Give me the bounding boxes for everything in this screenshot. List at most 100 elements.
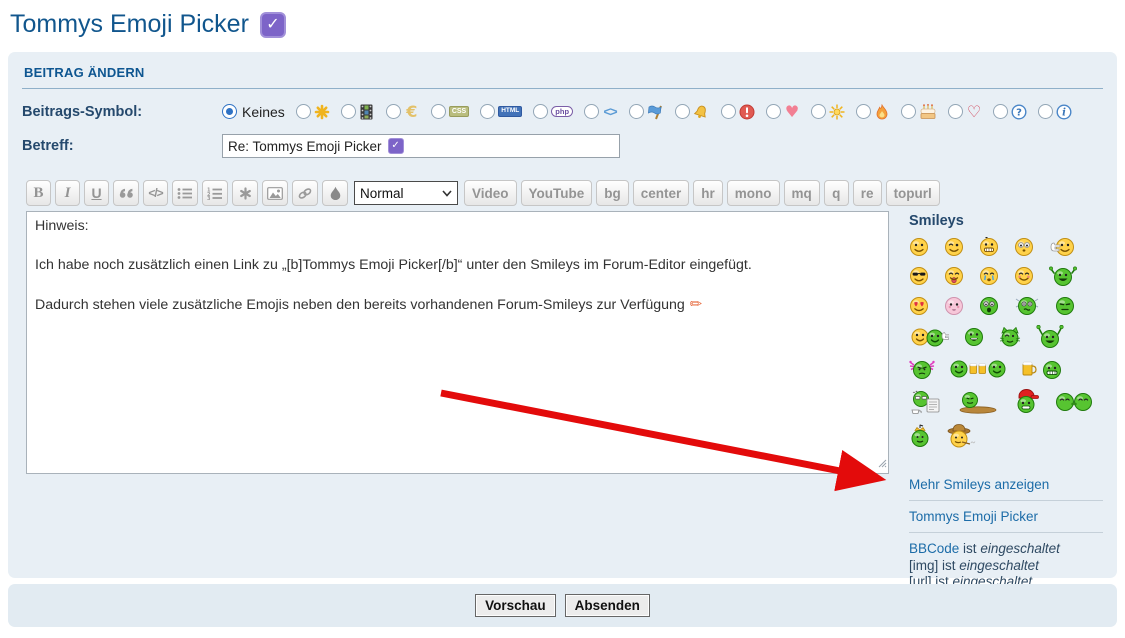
- post-icon-radio-cake[interactable]: [901, 104, 937, 120]
- hr-button[interactable]: hr: [693, 180, 723, 206]
- url-button[interactable]: [292, 180, 318, 206]
- radio[interactable]: [675, 104, 690, 119]
- bold-button[interactable]: B: [26, 180, 51, 206]
- radio[interactable]: [1038, 104, 1053, 119]
- smiley-excited-arms[interactable]: [1049, 265, 1077, 287]
- italic-button[interactable]: I: [55, 180, 80, 206]
- smiley-red-cap[interactable]: [1013, 389, 1039, 415]
- smiley-blush-laugh[interactable]: [1014, 266, 1034, 286]
- smiley-beer-toast[interactable]: [950, 358, 1006, 380]
- underline-button[interactable]: U: [84, 180, 109, 206]
- list-item-button[interactable]: [232, 180, 258, 206]
- post-icon-radio-euro[interactable]: €: [386, 102, 420, 121]
- mq-button[interactable]: mq: [784, 180, 820, 206]
- smiley-shocked[interactable]: [979, 296, 999, 316]
- image-button[interactable]: [262, 180, 288, 206]
- smiley-biggrin[interactable]: [979, 237, 999, 257]
- post-icon-radio-exclaim[interactable]: [721, 104, 755, 120]
- post-icon-radio-bell[interactable]: [675, 104, 710, 120]
- list-button[interactable]: [172, 180, 198, 206]
- submit-button[interactable]: Absenden: [565, 594, 650, 617]
- video-button[interactable]: Video: [464, 180, 517, 206]
- post-icon-radio-html[interactable]: HTML: [480, 104, 522, 119]
- more-smileys-link[interactable]: Mehr Smileys anzeigen: [909, 477, 1103, 492]
- radio[interactable]: [386, 104, 401, 119]
- re-button[interactable]: re: [853, 180, 882, 206]
- idea-icon: [829, 104, 845, 120]
- radio[interactable]: [721, 104, 736, 119]
- smiley-laugh[interactable]: [964, 327, 984, 347]
- smiley-cry[interactable]: [979, 266, 999, 286]
- message-textarea[interactable]: Hinweis:Ich habe noch zusätzlich einen L…: [26, 211, 889, 474]
- center-button[interactable]: center: [633, 180, 690, 206]
- smiley-razz[interactable]: [944, 266, 964, 286]
- smiley-cat-wink[interactable]: [999, 327, 1021, 347]
- radio-selected[interactable]: [222, 104, 237, 119]
- radio[interactable]: [584, 104, 599, 119]
- post-icon-radio-heart[interactable]: ♥: [766, 104, 800, 120]
- smiley-blush-pink[interactable]: [944, 296, 964, 316]
- radio[interactable]: [856, 104, 871, 119]
- subject-input[interactable]: Re: Tommys Emoji Picker ✓: [222, 134, 620, 158]
- radio[interactable]: [431, 104, 446, 119]
- code-button[interactable]: </>: [143, 180, 168, 206]
- post-icon-radio-keines[interactable]: Keines: [222, 104, 285, 120]
- youtube-button[interactable]: YouTube: [521, 180, 593, 206]
- smiley-heart-eyes[interactable]: [909, 296, 929, 316]
- bbcode-toolbar: BIU</>123 Normal VideoYouTubebgcenterhrm…: [26, 180, 1103, 206]
- resize-handle[interactable]: [876, 456, 887, 472]
- post-icon-radio-fire[interactable]: [856, 104, 890, 120]
- smiley-cowboy[interactable]: [946, 423, 976, 449]
- toolbar-icon-buttons: BIU </> 123: [26, 180, 348, 206]
- topurl-button[interactable]: topurl: [886, 180, 940, 206]
- smiley-buddies-thumbs[interactable]: [909, 326, 949, 348]
- bbcode-link[interactable]: BBCode: [909, 541, 959, 556]
- mono-button[interactable]: mono: [727, 180, 780, 206]
- smiley-sidebar: Smileys Mehr Smileys anzeigen Tommys Emo…: [909, 211, 1103, 607]
- radio[interactable]: [766, 104, 781, 119]
- smiley-beer-grin[interactable]: [1021, 358, 1063, 380]
- post-icon-radio-asterisk[interactable]: [296, 104, 330, 120]
- post-icon-radio-php[interactable]: php: [533, 104, 573, 119]
- smiley-wink[interactable]: [944, 237, 964, 257]
- preview-button[interactable]: Vorschau: [475, 594, 556, 617]
- smiley-annoyed[interactable]: [1055, 296, 1075, 316]
- smiley-cool[interactable]: [909, 266, 929, 286]
- smiley-smile[interactable]: [909, 237, 929, 257]
- smiley-king[interactable]: [909, 424, 931, 448]
- radio[interactable]: [296, 104, 311, 119]
- post-icon-radio-info[interactable]: i: [1038, 104, 1072, 120]
- radio[interactable]: [533, 104, 548, 119]
- post-icon-radio-css[interactable]: CSS: [431, 104, 469, 119]
- smiley-cheer-arms-up[interactable]: [1036, 325, 1064, 349]
- q-button[interactable]: q: [824, 180, 849, 206]
- smiley-eek[interactable]: [1014, 237, 1034, 257]
- post-icon-radio-heart-outline[interactable]: ♡: [948, 104, 982, 120]
- quote-button[interactable]: [113, 180, 139, 206]
- radio[interactable]: [993, 104, 1008, 119]
- radio[interactable]: [948, 104, 963, 119]
- bg-button[interactable]: bg: [596, 180, 629, 206]
- radio[interactable]: [811, 104, 826, 119]
- smiley-reading-news[interactable]: [909, 389, 943, 415]
- font-size-select[interactable]: Normal: [354, 181, 458, 205]
- smiley-lounging[interactable]: [958, 390, 998, 414]
- post-icon-radio-film[interactable]: [341, 104, 375, 120]
- fire-icon: [874, 104, 890, 120]
- radio[interactable]: [341, 104, 356, 119]
- post-icon-radio-code[interactable]: <>: [584, 104, 618, 119]
- radio[interactable]: [629, 104, 644, 119]
- ordered-list-button[interactable]: 123: [202, 180, 228, 206]
- tommys-emoji-picker-link[interactable]: Tommys Emoji Picker: [909, 509, 1103, 524]
- smiley-angry-pigtails[interactable]: [909, 357, 935, 381]
- smiley-kiss-pair[interactable]: [1054, 392, 1094, 412]
- post-icon-radio-flag[interactable]: [629, 104, 664, 120]
- post-icon-row: Beitrags-Symbol: Keines€CSSHTMLphp<>♥♡?i: [22, 102, 1103, 121]
- post-icon-radio-idea[interactable]: [811, 104, 845, 120]
- smiley-thumbs-up[interactable]: [1049, 237, 1075, 257]
- font-color-button[interactable]: [322, 180, 348, 206]
- smiley-dizzy[interactable]: [1014, 295, 1040, 317]
- radio[interactable]: [480, 104, 495, 119]
- post-icon-radio-question[interactable]: ?: [993, 104, 1027, 120]
- radio[interactable]: [901, 104, 916, 119]
